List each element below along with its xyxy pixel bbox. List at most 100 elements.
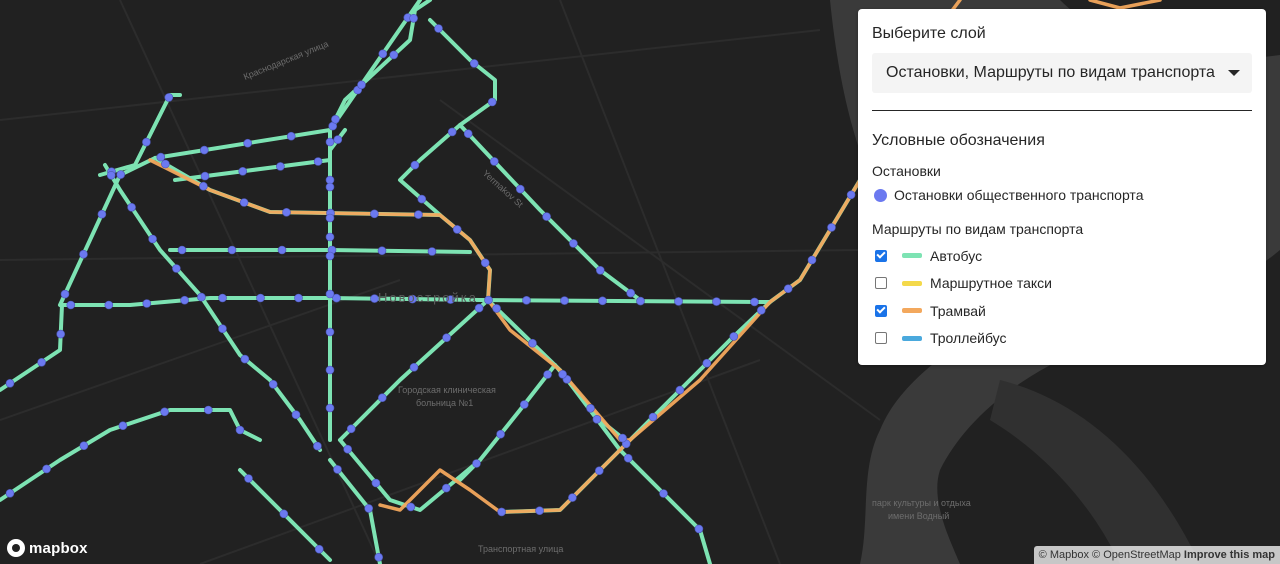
transit-stop-marker[interactable]	[325, 403, 335, 413]
transit-stop-marker[interactable]	[414, 210, 423, 219]
transit-stop-marker[interactable]	[325, 289, 335, 299]
transit-stop-marker[interactable]	[807, 255, 817, 265]
transit-stop-marker[interactable]	[441, 483, 451, 493]
transit-stop-marker[interactable]	[378, 49, 388, 59]
transit-stop-marker[interactable]	[542, 212, 551, 221]
transit-stop-marker[interactable]	[227, 245, 237, 255]
checkbox-trolleybus[interactable]	[875, 332, 887, 345]
transit-stop-marker[interactable]	[371, 478, 381, 488]
transit-stop-marker[interactable]	[325, 137, 335, 147]
transit-stop-marker[interactable]	[489, 157, 499, 166]
transit-stop-marker[interactable]	[496, 429, 505, 439]
transit-stop-marker[interactable]	[286, 131, 296, 141]
transit-stop-marker[interactable]	[558, 369, 567, 379]
transit-stop-marker[interactable]	[377, 393, 387, 403]
transit-stop-marker[interactable]	[325, 213, 335, 223]
transit-stop-marker[interactable]	[480, 258, 490, 268]
transit-stop-marker[interactable]	[410, 160, 420, 170]
transit-stop-marker[interactable]	[218, 324, 227, 334]
transit-stop-marker[interactable]	[586, 403, 595, 413]
transit-stop-marker[interactable]	[463, 129, 473, 138]
transit-stop-marker[interactable]	[56, 329, 66, 339]
transit-stop-marker[interactable]	[594, 466, 604, 476]
transit-stop-marker[interactable]	[648, 412, 658, 422]
transit-stop-marker[interactable]	[447, 127, 457, 137]
checkbox-minibus[interactable]	[875, 277, 887, 290]
transit-stop-marker[interactable]	[160, 407, 169, 417]
transit-stop-marker[interactable]	[472, 459, 481, 468]
transit-stop-marker[interactable]	[827, 223, 836, 232]
route-item-minibus[interactable]: Маршрутное такси	[872, 270, 1252, 298]
transit-stop-marker[interactable]	[199, 181, 208, 191]
transit-stop-marker[interactable]	[389, 50, 399, 60]
transit-stop-marker[interactable]	[106, 171, 116, 180]
transit-stop-marker[interactable]	[200, 145, 209, 155]
transit-stop-marker[interactable]	[142, 299, 152, 308]
transit-stop-marker[interactable]	[325, 232, 335, 242]
transit-stop-marker[interactable]	[5, 378, 15, 388]
route-item-tram[interactable]: Трамвай	[872, 297, 1252, 325]
transit-stop-marker[interactable]	[218, 293, 227, 303]
transit-stop-marker[interactable]	[243, 138, 252, 148]
mapbox-logo[interactable]: mapbox	[7, 539, 88, 557]
transit-stop-marker[interactable]	[427, 247, 437, 256]
transit-stop-marker[interactable]	[127, 203, 136, 212]
transit-stop-marker[interactable]	[240, 354, 250, 364]
transit-stop-marker[interactable]	[487, 97, 497, 107]
transit-stop-marker[interactable]	[244, 474, 253, 483]
transit-stop-marker[interactable]	[592, 414, 602, 424]
transit-stop-marker[interactable]	[238, 167, 247, 176]
transit-stop-marker[interactable]	[104, 300, 114, 310]
transit-stop-marker[interactable]	[60, 289, 70, 299]
transit-stop-marker[interactable]	[148, 234, 157, 244]
transit-stop-marker[interactable]	[256, 293, 265, 303]
transit-stop-marker[interactable]	[595, 265, 605, 275]
transit-stop-marker[interactable]	[377, 246, 387, 255]
transit-stop-marker[interactable]	[239, 198, 249, 207]
transit-stop-marker[interactable]	[515, 184, 525, 194]
transit-stop-marker[interactable]	[291, 410, 301, 420]
transit-stop-marker[interactable]	[406, 502, 416, 512]
checkbox-bus[interactable]	[875, 249, 887, 262]
transit-stop-marker[interactable]	[346, 424, 356, 434]
transit-stop-marker[interactable]	[325, 365, 335, 375]
transit-stop-marker[interactable]	[161, 159, 170, 169]
transit-stop-marker[interactable]	[37, 357, 46, 367]
transit-stop-marker[interactable]	[156, 152, 166, 162]
transit-stop-marker[interactable]	[674, 297, 683, 306]
transit-stop-marker[interactable]	[172, 264, 181, 273]
transit-stop-marker[interactable]	[783, 284, 793, 294]
transit-stop-marker[interactable]	[618, 433, 627, 443]
transit-stop-marker[interactable]	[623, 453, 633, 463]
transit-stop-marker[interactable]	[325, 182, 335, 192]
transit-stop-marker[interactable]	[197, 292, 206, 302]
transit-stop-marker[interactable]	[325, 327, 335, 337]
transit-stop-marker[interactable]	[325, 251, 335, 261]
transit-stop-marker[interactable]	[522, 295, 531, 305]
transit-stop-marker[interactable]	[543, 370, 552, 379]
transit-stop-marker[interactable]	[235, 425, 245, 435]
layer-select[interactable]: Остановки, Маршруты по видам транспорта	[872, 53, 1252, 93]
transit-stop-marker[interactable]	[180, 295, 189, 305]
transit-stop-marker[interactable]	[702, 358, 712, 368]
transit-stop-marker[interactable]	[409, 13, 418, 23]
transit-stop-marker[interactable]	[434, 24, 443, 33]
transit-stop-marker[interactable]	[484, 295, 493, 305]
transit-stop-marker[interactable]	[528, 338, 537, 348]
transit-stop-marker[interactable]	[142, 137, 151, 147]
transit-stop-marker[interactable]	[97, 209, 107, 219]
transit-stop-marker[interactable]	[279, 509, 289, 519]
transit-stop-marker[interactable]	[164, 93, 174, 102]
transit-stop-marker[interactable]	[474, 303, 484, 313]
transit-stop-marker[interactable]	[492, 304, 501, 313]
attribution-osm-link[interactable]: © OpenStreetMap	[1092, 549, 1181, 561]
transit-stop-marker[interactable]	[675, 385, 685, 395]
transit-stop-marker[interactable]	[5, 488, 15, 498]
transit-stop-marker[interactable]	[659, 489, 668, 498]
transit-stop-marker[interactable]	[118, 421, 128, 431]
transit-stop-marker[interactable]	[313, 441, 322, 451]
transit-stop-marker[interactable]	[268, 379, 278, 389]
transit-stop-marker[interactable]	[331, 115, 340, 124]
transit-stop-marker[interactable]	[314, 544, 324, 554]
transit-stop-marker[interactable]	[276, 162, 285, 171]
